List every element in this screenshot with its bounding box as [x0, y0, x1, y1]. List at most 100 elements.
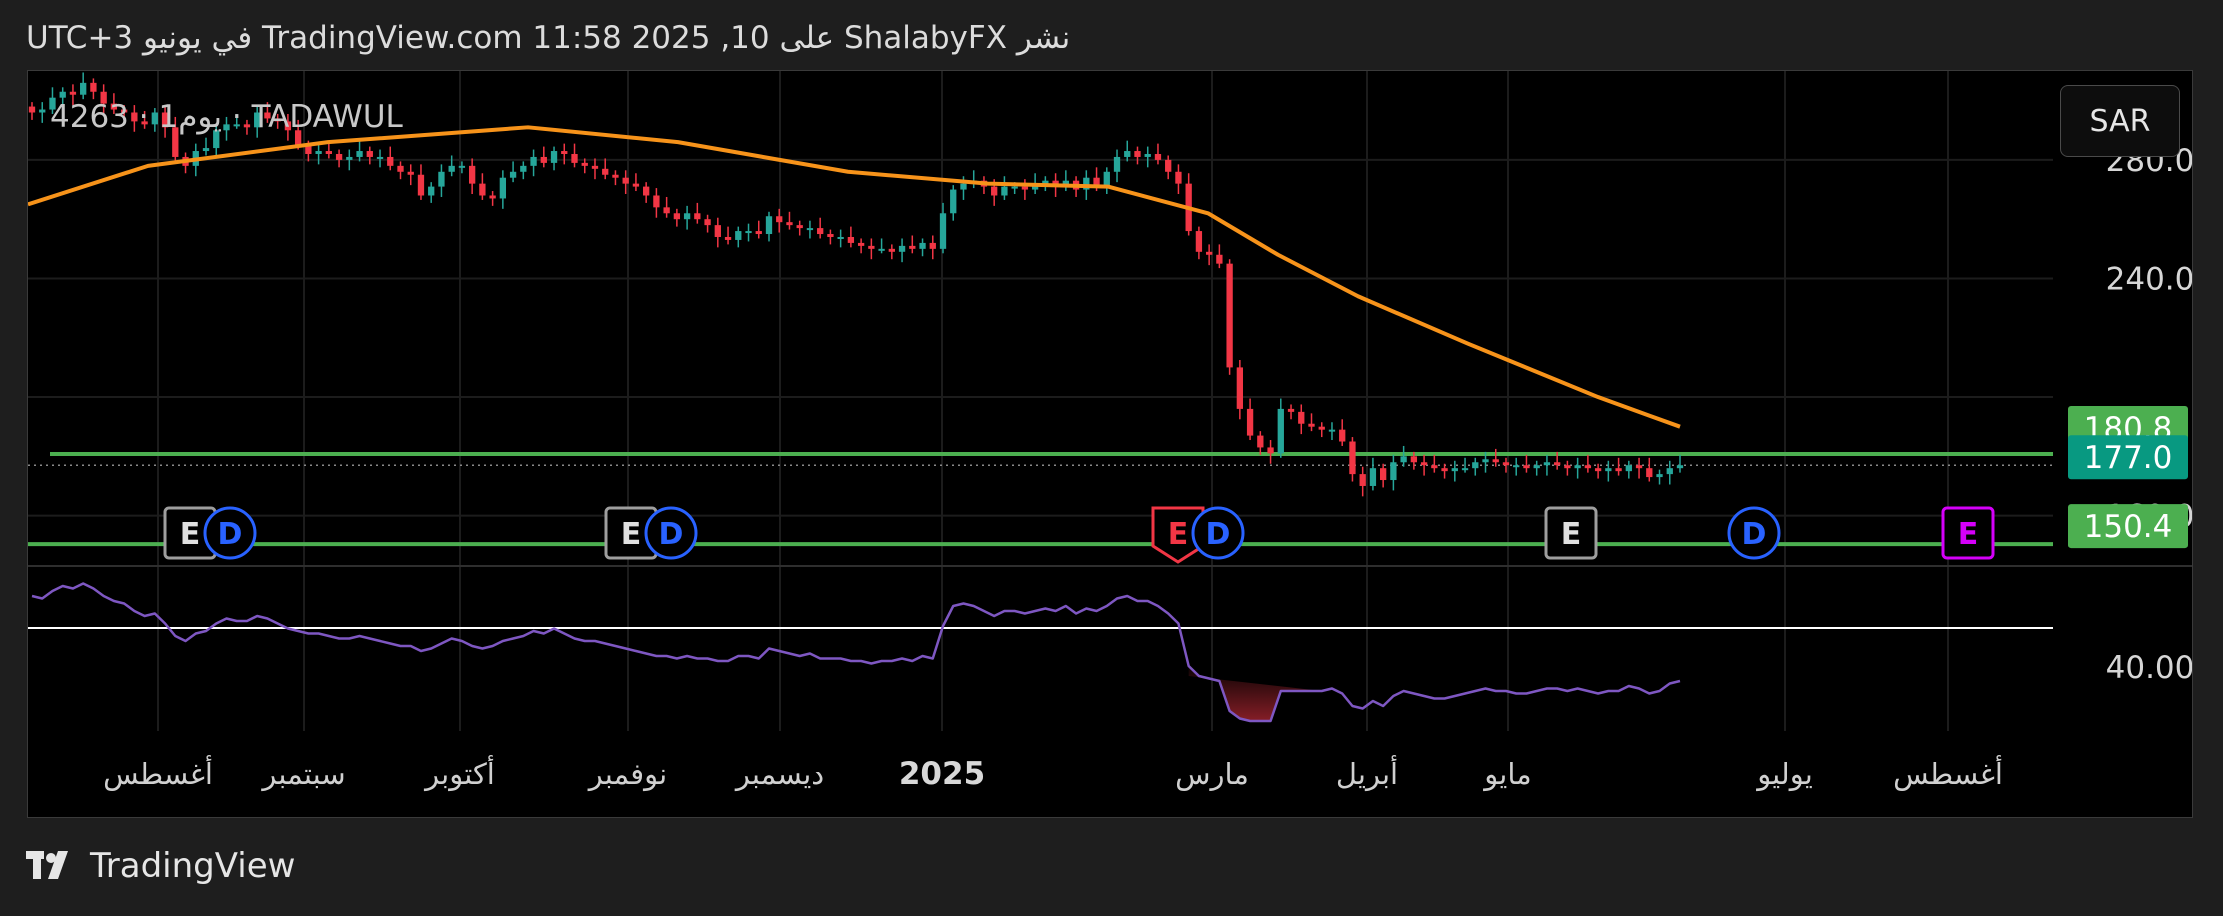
- candle-body: [561, 151, 568, 154]
- candle-body: [724, 236, 732, 240]
- candle-body: [1390, 462, 1397, 481]
- candle-body: [90, 82, 97, 92]
- candle-body: [919, 242, 926, 249]
- candle-body: [550, 151, 558, 163]
- price-axis: 280.0240.0160.040.00180.8177.0150.4: [2068, 143, 2192, 686]
- candle-body: [1451, 468, 1458, 472]
- candle-body: [1666, 468, 1673, 475]
- candle-body: [1021, 186, 1029, 190]
- candle-body: [602, 168, 609, 175]
- candle-body: [1277, 408, 1284, 454]
- candle-body: [1113, 156, 1121, 172]
- dividend-event-label: D: [1742, 517, 1767, 552]
- footer-brand-label: TradingView: [90, 846, 296, 886]
- candle-body: [1482, 459, 1489, 463]
- rsi-oversold-fill: [1188, 666, 1322, 721]
- candle-body: [939, 213, 947, 249]
- candle-body: [315, 151, 322, 154]
- chart-canvas[interactable]: EDEDEDEDE 280.0240.0160.040.00180.8177.0…: [28, 71, 2192, 817]
- rsi-pane: [28, 582, 2053, 723]
- currency-button[interactable]: SAR: [2060, 85, 2180, 157]
- candle-body: [765, 216, 773, 235]
- candle-body: [991, 186, 998, 196]
- candle-body: [1523, 465, 1530, 469]
- candle-body: [898, 245, 906, 252]
- candle-body: [1267, 447, 1274, 454]
- candle-body: [1308, 423, 1315, 427]
- candle-body: [704, 219, 711, 226]
- symbol-label: TADAWUL · يوم1 · 4263: [50, 99, 403, 135]
- candle-body: [1103, 171, 1110, 187]
- chart-panel[interactable]: EDEDEDEDE 280.0240.0160.040.00180.8177.0…: [27, 70, 2193, 818]
- candle-body: [479, 183, 486, 196]
- candle-body: [1226, 263, 1233, 368]
- candle-body: [1564, 465, 1571, 469]
- candle-body: [1328, 429, 1336, 432]
- publish-header: نشر ShalabyFX على TradingView.com 11:58 …: [26, 20, 1071, 56]
- candle-body: [581, 162, 588, 166]
- earnings-event-label: E: [1958, 517, 1979, 552]
- candle-body: [1001, 186, 1008, 196]
- candle-body: [1287, 408, 1295, 412]
- candle-body: [683, 213, 691, 220]
- candle-body: [1513, 465, 1520, 468]
- candle-body: [745, 231, 752, 234]
- candle-body: [806, 228, 814, 231]
- earnings-event-label: E: [180, 517, 201, 552]
- tradingview-logo-icon: [26, 851, 68, 879]
- month-label: أغسطس: [103, 754, 213, 791]
- candle-body: [28, 106, 36, 113]
- price-level-label: 177.0: [2084, 440, 2173, 476]
- candle-body: [387, 156, 394, 166]
- candle-body: [786, 222, 793, 226]
- candle-body: [530, 156, 537, 166]
- candle-body: [1195, 231, 1203, 252]
- candle-body: [1410, 456, 1418, 463]
- candle-body: [622, 177, 629, 184]
- candle-body: [346, 156, 353, 160]
- earnings-event-label: E: [1168, 517, 1189, 552]
- candle-body: [612, 174, 619, 178]
- candle-body: [1502, 462, 1510, 466]
- moving-average-series: [28, 125, 1681, 429]
- earnings-event-label: E: [621, 517, 642, 552]
- candle-body: [878, 248, 885, 251]
- candle-body: [1594, 468, 1602, 472]
- candle-body: [376, 156, 384, 159]
- candle-body: [663, 207, 670, 214]
- candle-body: [1605, 468, 1612, 472]
- candle-body: [714, 225, 721, 237]
- earnings-event-label: E: [1561, 517, 1582, 552]
- candle-body: [325, 151, 332, 154]
- candle-body: [847, 236, 855, 243]
- candle-body: [335, 153, 343, 160]
- dividend-event-label: D: [659, 517, 684, 552]
- candle-body: [929, 242, 936, 249]
- time-axis: أغسطس سبتمبر أكتوبر نوفمبر ديسمبر 2025 مارس أبر…: [103, 754, 2003, 792]
- candle-body: [1124, 151, 1131, 157]
- candle-body: [888, 248, 895, 252]
- candle-body: [1615, 468, 1622, 472]
- candle-body: [1533, 465, 1540, 469]
- candle-body: [755, 231, 762, 235]
- candle-body: [39, 109, 46, 113]
- month-label: يوليو: [1755, 757, 1813, 791]
- candle-body: [1154, 153, 1162, 160]
- dividend-event-label: D: [218, 517, 243, 552]
- candle-body: [1625, 465, 1632, 472]
- candle-body: [1134, 151, 1141, 157]
- candle-body: [1431, 465, 1438, 469]
- candle-body: [356, 151, 363, 157]
- candle-body: [735, 231, 742, 240]
- candle-body: [1676, 465, 1684, 469]
- candle-body: [1216, 254, 1223, 264]
- candle-body: [673, 213, 681, 220]
- candle-body: [1461, 468, 1469, 471]
- candle-body: [950, 189, 957, 214]
- candle-body: [1441, 468, 1448, 472]
- month-label: مايو: [1482, 757, 1531, 791]
- candle-body: [1380, 468, 1387, 481]
- candle-body: [776, 216, 783, 223]
- candle-body: [632, 183, 640, 187]
- footer-brand[interactable]: TradingView: [26, 846, 295, 886]
